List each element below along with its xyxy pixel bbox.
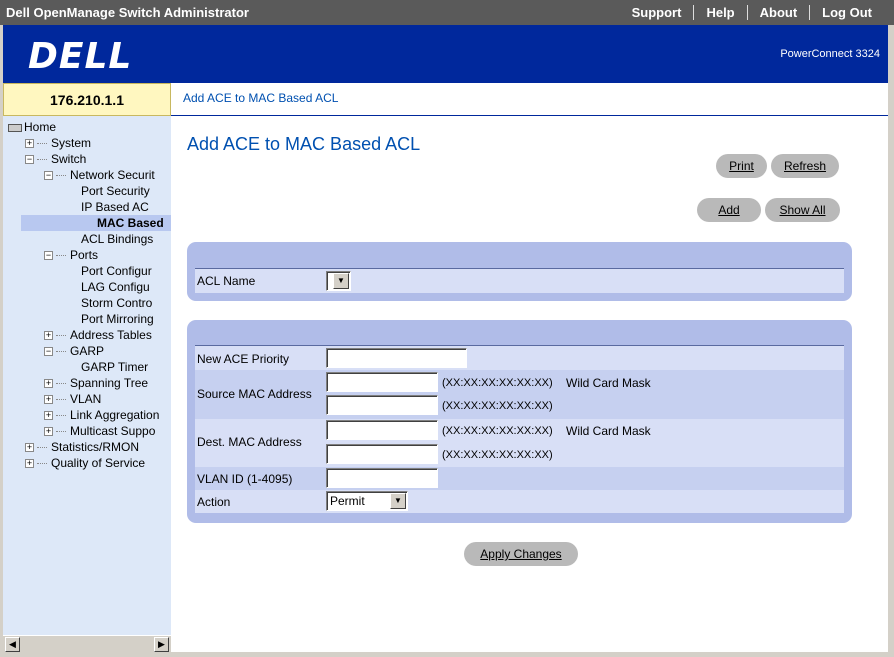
tree-item-multicast-support[interactable]: + Multicast Suppo bbox=[44, 423, 155, 439]
expand-icon[interactable]: + bbox=[44, 427, 53, 437]
tree-item-storm-control[interactable]: Storm Contro bbox=[81, 295, 152, 311]
collapse-icon[interactable]: − bbox=[44, 251, 53, 261]
tree-item-switch[interactable]: − Switch bbox=[25, 151, 86, 167]
dest-mac-format-hint: (XX:XX:XX:XX:XX:XX) bbox=[442, 425, 553, 437]
expand-icon[interactable]: + bbox=[44, 395, 53, 405]
tree-item-link-aggregation[interactable]: + Link Aggregation bbox=[44, 407, 159, 423]
sidebar-tree: Home + System − Switch − Network Securit Po… bbox=[3, 116, 171, 635]
apply-changes-button[interactable]: Apply Changes bbox=[464, 542, 578, 566]
print-button[interactable]: Print bbox=[716, 154, 767, 178]
tree-item-garp-timers[interactable]: GARP Timer bbox=[81, 359, 148, 375]
tree-item-port-mirroring[interactable]: Port Mirroring bbox=[81, 311, 154, 327]
new-ace-priority-row: New ACE Priority bbox=[195, 345, 844, 370]
expand-icon[interactable]: + bbox=[44, 411, 53, 421]
tree-item-home[interactable]: Home bbox=[8, 119, 56, 135]
action-select[interactable]: Permit ▼ bbox=[326, 491, 408, 511]
tree-item-port-configuration[interactable]: Port Configur bbox=[81, 263, 152, 279]
window-bottom-edge bbox=[0, 652, 894, 657]
source-mac-mask-input[interactable] bbox=[326, 395, 438, 415]
show-all-button[interactable]: Show All bbox=[765, 198, 840, 222]
scroll-left-icon[interactable]: ◀ bbox=[5, 637, 20, 652]
tree-item-system[interactable]: + System bbox=[25, 135, 91, 151]
tree-item-spanning-tree[interactable]: + Spanning Tree bbox=[44, 375, 148, 391]
dest-mac-label: Dest. MAC Address bbox=[197, 435, 302, 449]
app-title: Dell OpenManage Switch Administrator bbox=[6, 5, 249, 20]
dest-wild-card-mask-label: Wild Card Mask bbox=[566, 424, 651, 438]
sidebar-horizontal-scrollbar[interactable]: ◀ ▶ bbox=[3, 635, 171, 652]
expand-icon[interactable]: + bbox=[44, 379, 53, 389]
tree-item-ports[interactable]: − Ports bbox=[44, 247, 98, 263]
new-ace-priority-label: New ACE Priority bbox=[197, 352, 290, 366]
log-out-link[interactable]: Log Out bbox=[809, 5, 884, 20]
expand-icon[interactable]: + bbox=[44, 331, 53, 341]
action-row: Action Permit ▼ bbox=[195, 490, 844, 513]
acl-name-label: ACL Name bbox=[197, 274, 256, 288]
about-link[interactable]: About bbox=[746, 5, 810, 20]
scroll-right-icon[interactable]: ▶ bbox=[154, 637, 169, 652]
dest-mac-input[interactable] bbox=[326, 420, 438, 440]
acl-name-row: ACL Name ▼ bbox=[195, 268, 844, 293]
tree-item-vlan[interactable]: + VLAN bbox=[44, 391, 101, 407]
tree-item-lag-configuration[interactable]: LAG Configu bbox=[81, 279, 150, 295]
tree-item-mac-based-acl[interactable]: MAC Based bbox=[21, 215, 171, 231]
expand-icon[interactable]: + bbox=[25, 139, 34, 149]
vlan-id-label: VLAN ID (1-4095) bbox=[197, 472, 293, 486]
tree-item-quality-of-service[interactable]: + Quality of Service bbox=[25, 455, 145, 471]
ace-panel: New ACE Priority Source MAC Address (XX:… bbox=[187, 320, 852, 523]
main-content: Add ACE to MAC Based ACL Print Refresh A… bbox=[171, 116, 888, 652]
dest-mask-format-hint: (XX:XX:XX:XX:XX:XX) bbox=[442, 449, 553, 461]
source-mac-label: Source MAC Address bbox=[197, 387, 312, 401]
dropdown-arrow-icon[interactable]: ▼ bbox=[390, 493, 406, 509]
collapse-icon[interactable]: − bbox=[44, 347, 53, 357]
tree-item-address-tables[interactable]: + Address Tables bbox=[44, 327, 152, 343]
device-ip: 176.210.1.1 bbox=[3, 83, 171, 116]
refresh-button[interactable]: Refresh bbox=[771, 154, 839, 178]
dropdown-arrow-icon[interactable]: ▼ bbox=[333, 273, 349, 289]
new-ace-priority-input[interactable] bbox=[326, 348, 467, 368]
tree-item-garp[interactable]: − GARP bbox=[44, 343, 104, 359]
source-mac-input[interactable] bbox=[326, 372, 438, 392]
breadcrumb-bar: Add ACE to MAC Based ACL bbox=[171, 83, 888, 116]
window-edge bbox=[888, 25, 894, 657]
expand-icon[interactable]: + bbox=[25, 459, 34, 469]
folder-icon bbox=[8, 123, 22, 132]
tree-item-port-security[interactable]: Port Security bbox=[81, 183, 150, 199]
collapse-icon[interactable]: − bbox=[25, 155, 34, 165]
acl-name-select[interactable]: ▼ bbox=[326, 271, 351, 291]
breadcrumb: Add ACE to MAC Based ACL bbox=[183, 91, 339, 105]
support-link[interactable]: Support bbox=[620, 5, 694, 20]
collapse-icon[interactable]: − bbox=[44, 171, 53, 181]
action-label: Action bbox=[197, 495, 231, 509]
source-mac-row: Source MAC Address (XX:XX:XX:XX:XX:XX) W… bbox=[195, 370, 844, 419]
top-bar: Dell OpenManage Switch Administrator Sup… bbox=[0, 0, 894, 25]
top-links: Support Help About Log Out bbox=[620, 5, 884, 20]
help-link[interactable]: Help bbox=[693, 5, 746, 20]
expand-icon[interactable]: + bbox=[25, 443, 34, 453]
banner: DELL PowerConnect 3324 bbox=[3, 25, 888, 83]
vlan-id-input[interactable] bbox=[326, 468, 438, 488]
dest-mac-mask-input[interactable] bbox=[326, 444, 438, 464]
source-mask-format-hint: (XX:XX:XX:XX:XX:XX) bbox=[442, 400, 553, 412]
page-title: Add ACE to MAC Based ACL bbox=[187, 134, 421, 154]
vlan-id-row: VLAN ID (1-4095) bbox=[195, 467, 844, 490]
tree-item-ip-based-acl[interactable]: IP Based AC bbox=[81, 199, 149, 215]
tree-item-statistics-rmon[interactable]: + Statistics/RMON bbox=[25, 439, 139, 455]
dell-logo: DELL bbox=[28, 36, 133, 77]
tree-item-acl-bindings[interactable]: ACL Bindings bbox=[81, 231, 153, 247]
dest-mac-row: Dest. MAC Address (XX:XX:XX:XX:XX:XX) Wi… bbox=[195, 419, 844, 467]
tree-item-network-security[interactable]: − Network Securit bbox=[44, 167, 155, 183]
model-name: PowerConnect 3324 bbox=[780, 48, 880, 60]
add-button[interactable]: Add bbox=[697, 198, 761, 222]
source-mac-format-hint: (XX:XX:XX:XX:XX:XX) bbox=[442, 377, 553, 389]
source-wild-card-mask-label: Wild Card Mask bbox=[566, 376, 651, 390]
acl-name-panel: ACL Name ▼ bbox=[187, 242, 852, 301]
